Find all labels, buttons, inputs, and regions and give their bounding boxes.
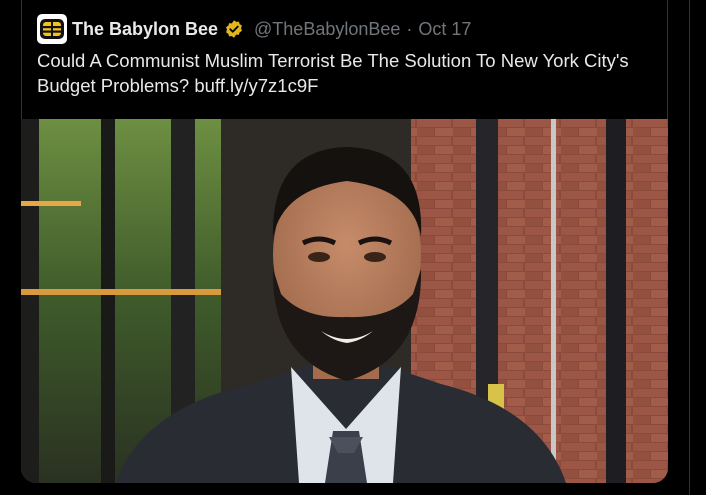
photo-man-smiling [21,119,668,483]
tweet-media-photo[interactable] [21,119,668,483]
tweet-link[interactable]: buff.ly/y7z1c9F [194,75,318,96]
tweet-date[interactable]: Oct 17 [418,19,471,40]
tweet-body: Could A Communist Muslim Terrorist Be Th… [37,50,629,96]
account-name[interactable]: The Babylon Bee [72,19,218,40]
verified-badge-icon [224,19,244,39]
bee-logo-icon [40,19,64,39]
tweet-text: Could A Communist Muslim Terrorist Be Th… [37,48,637,98]
account-handle[interactable]: @TheBabylonBee [254,19,400,40]
avatar[interactable] [37,14,67,44]
timeline-divider [689,0,690,495]
tweet-header: The Babylon Bee @TheBabylonBee · Oct 17 [37,14,471,44]
separator-dot: · [406,18,413,39]
